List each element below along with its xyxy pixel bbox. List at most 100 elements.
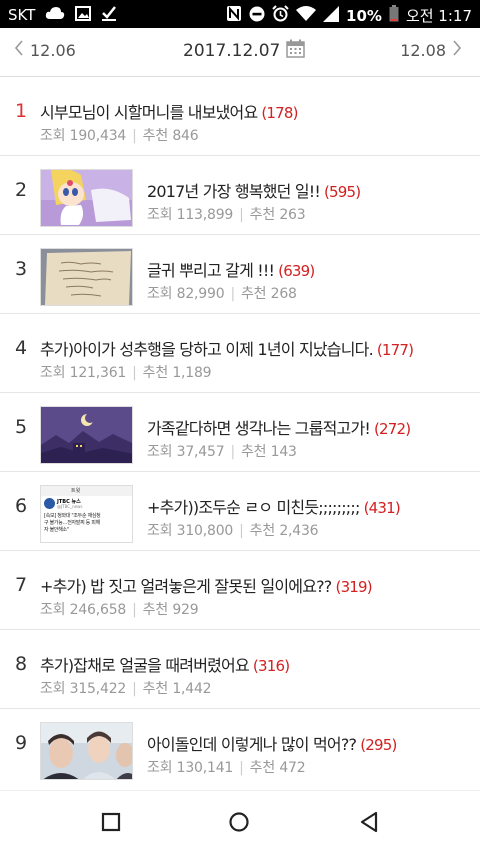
system-nav-bar [0,790,480,853]
post-meta: 조회 246,658 | 추천 929 [40,602,199,618]
rank-number: 7 [14,574,28,596]
anime-girl-thumbnail [41,170,132,226]
carrier-label: SKT [8,6,36,24]
handwritten-note-thumbnail [41,249,132,305]
next-date-button[interactable]: 12.08 [400,40,462,60]
recent-apps-icon[interactable] [98,809,124,835]
list-item[interactable]: 4 추가)아이가 성추행을 당하고 이제 1년이 지났습니다. (177) 조회 … [0,314,480,393]
post-thumbnail[interactable]: 트윗 JTBC 뉴스 @JTBC_news [속보] 청와대 "조두순 재심청구… [40,485,133,543]
post-title[interactable]: +추가))조두순 ㄹㅇ 미친듯;;;;;;;;; (431) [147,494,401,518]
prev-date-button[interactable]: 12.06 [14,40,76,60]
list-item[interactable]: 5 가족같다하면 생각나는 그룹적고가! (272) 조회 37,457 | 추천 1… [0,393,480,472]
list-item[interactable]: 1 시부모님이 시할머니를 내보냈어요 (178) 조회 190,434 | 추천 8… [0,77,480,156]
rank-number: 4 [14,337,28,359]
post-title-text: 아이돌인데 이렇게나 많이 먹어?? [147,735,357,754]
recommend-count: 1,442 [172,681,212,697]
post-thumbnail[interactable] [40,722,133,780]
recommend-label: 추천 [249,760,276,776]
current-date-button[interactable]: 2017.12.07 [183,39,306,63]
post-title[interactable]: 추가)잡채로 얼굴을 때려버렸어요 (316) [40,652,290,676]
chevron-right-icon [452,40,462,60]
list-item[interactable]: 6 트윗 JTBC 뉴스 @JTBC_news [속보] 청와대 "조두순 재심… [0,472,480,551]
date-navigation: 12.06 2017.12.07 12.08 [0,28,480,77]
current-date-label: 2017.12.07 [183,41,281,61]
views-label: 조회 [147,523,173,539]
wifi-icon [296,5,317,26]
post-title[interactable]: 아이돌인데 이렇게나 많이 먹어?? (295) [147,731,397,755]
comment-count: (316) [252,657,290,675]
post-meta: 조회 190,434 | 추천 846 [40,128,199,144]
comment-count: (178) [261,104,298,122]
rank-number: 5 [14,416,28,438]
post-thumbnail[interactable] [40,248,133,306]
recommend-label: 추천 [240,444,267,460]
views-label: 조회 [147,286,173,302]
ranking-list: 1 시부모님이 시할머니를 내보냈어요 (178) 조회 190,434 | 추천 8… [0,77,480,787]
post-title-text: 시부모님이 시할머니를 내보냈어요 [40,103,258,122]
list-item[interactable]: 3 글귀 뿌리고 갈게 !!! (639) 조회 82,990 | 추천 268 [0,235,480,314]
post-title-text: 2017년 가장 행복했던 일!! [147,182,321,201]
post-title[interactable]: 글귀 뿌리고 갈게 !!! (639) [147,257,315,281]
views-count: 37,457 [176,444,225,460]
views-count: 130,141 [176,760,234,776]
post-title[interactable]: 가족같다하면 생각나는 그룹적고가! (272) [147,415,411,439]
rank-number: 6 [14,495,28,517]
views-label: 조회 [40,681,66,697]
battery-icon [389,5,399,26]
recommend-count: 1,189 [172,365,212,381]
rank-number: 2 [14,179,28,201]
back-icon[interactable] [356,809,382,835]
post-title[interactable]: 2017년 가장 행복했던 일!! (595) [147,178,361,202]
views-label: 조회 [147,207,173,223]
next-date-label: 12.08 [400,40,446,60]
post-meta: 조회 121,361 | 추천 1,189 [40,365,212,381]
views-count: 315,422 [69,681,127,697]
recommend-label: 추천 [142,128,169,144]
prev-date-label: 12.06 [30,40,76,60]
list-item[interactable]: 2 2017년 가장 행복했던 일!! (595) 조회 113,899 | 추천 2… [0,156,480,235]
rank-number: 1 [14,100,28,122]
comment-count: (295) [360,736,397,754]
chevron-left-icon [14,40,24,60]
signal-icon [323,5,340,26]
views-label: 조회 [147,760,173,776]
post-meta: 조회 315,422 | 추천 1,442 [40,681,212,697]
post-thumbnail[interactable] [40,169,133,227]
tweet-header: 트윗 [41,486,132,496]
tweet-body: [속보] 청와대 "조두순 재심청구 불가능…전자발찌 등 피해자 불안해소" [44,513,101,533]
clock: 오전 1:17 [405,7,472,25]
comment-count: (272) [374,420,411,438]
post-title[interactable]: 시부모님이 시할머니를 내보냈어요 (178) [40,99,299,123]
minus-circle-icon [249,6,265,26]
post-thumbnail[interactable] [40,406,133,464]
comment-count: (595) [323,183,361,201]
comment-count: (431) [363,499,401,517]
post-title-text: 추가)아이가 성추행을 당하고 이제 1년이 지났습니다. [40,340,374,359]
post-meta: 조회 82,990 | 추천 268 [147,286,297,302]
views-count: 310,800 [176,523,234,539]
views-count: 190,434 [69,128,127,144]
views-count: 121,361 [69,365,127,381]
status-bar: SKT 10% 오전 1:17 [0,0,480,28]
recommend-label: 추천 [142,681,169,697]
post-title-text: +추가))조두순 ㄹㅇ 미친듯;;;;;;;;; [147,498,360,517]
list-item[interactable]: 9 아이돌인데 이렇게나 많이 먹어?? (295) 조회 130,141 | 추천 … [0,709,480,787]
alarm-icon [272,5,289,26]
comment-count: (177) [376,341,414,359]
list-item[interactable]: 7 +추가) 밥 짓고 얼려놓은게 잘못된 일이에요?? (319) 조회 246… [0,551,480,630]
tweet-handle: @JTBC_news [57,504,83,509]
post-title[interactable]: 추가)아이가 성추행을 당하고 이제 1년이 지났습니다. (177) [40,336,414,360]
home-icon[interactable] [226,809,252,835]
views-label: 조회 [40,128,66,144]
post-meta: 조회 113,899 | 추천 263 [147,207,306,223]
rank-number: 3 [14,258,28,280]
recommend-label: 추천 [240,286,267,302]
post-title-text: 가족같다하면 생각나는 그룹적고가! [147,419,371,438]
list-item[interactable]: 8 추가)잡채로 얼굴을 때려버렸어요 (316) 조회 315,422 | 추천 1… [0,630,480,709]
recommend-label: 추천 [142,365,169,381]
idol-photo-thumbnail [41,723,132,779]
post-title[interactable]: +추가) 밥 짓고 얼려놓은게 잘못된 일이에요?? (319) [40,573,373,597]
battery-percent: 10% [346,6,382,25]
recommend-count: 268 [270,286,297,302]
post-meta: 조회 130,141 | 추천 472 [147,760,306,776]
